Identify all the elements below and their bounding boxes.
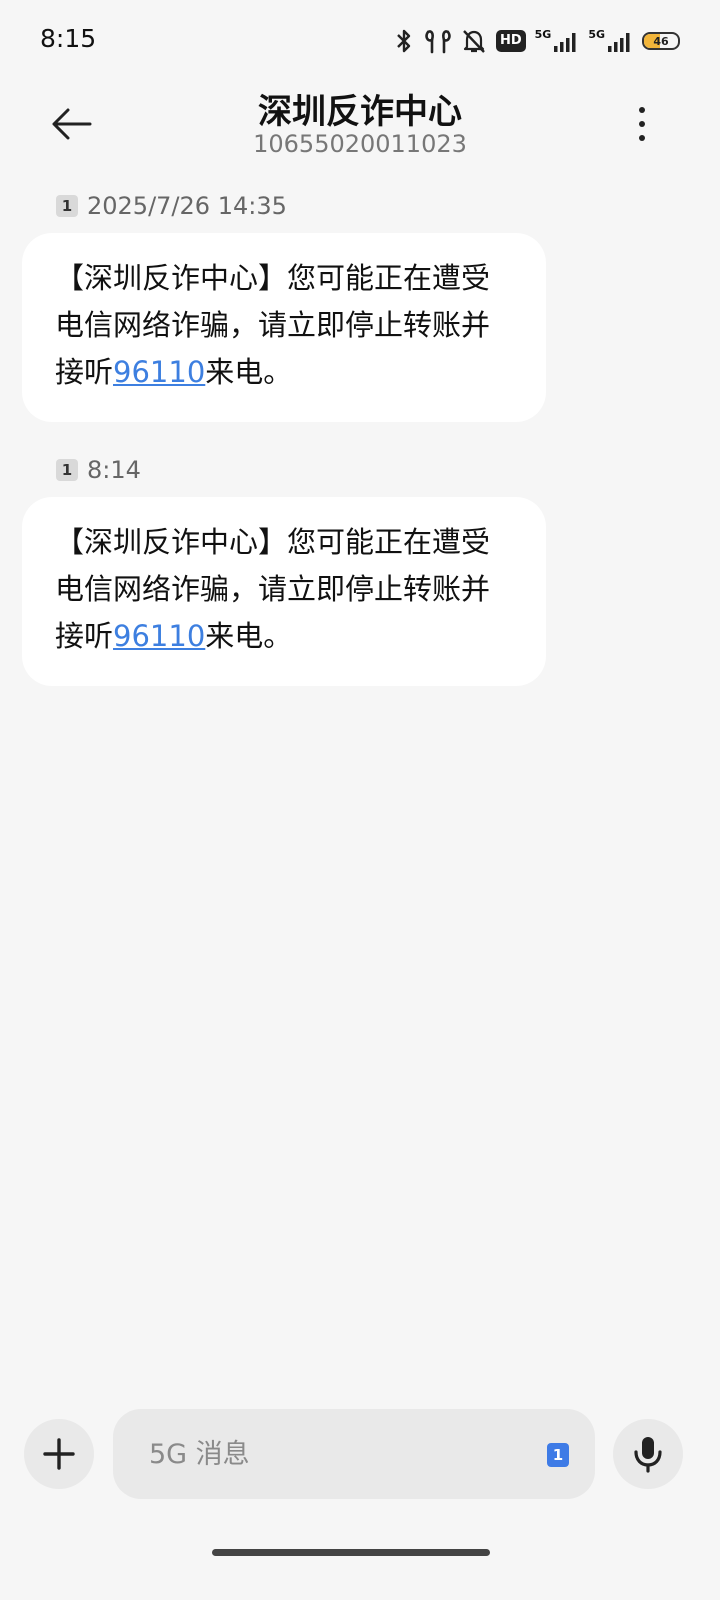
message-bubble[interactable]: 【深圳反诈中心】您可能正在遭受电信网络诈骗，请立即停止转账并接听96110来电。 bbox=[22, 497, 546, 686]
status-icons: HD 5G 5G 46 bbox=[393, 26, 680, 56]
sim-select-button[interactable]: 1 bbox=[547, 1443, 569, 1467]
conversation-screen: 8:15 HD 5G 5G 46 深圳反诈中心 10655020011023 1… bbox=[0, 0, 720, 1600]
more-options-button[interactable] bbox=[622, 100, 662, 148]
earbuds-icon bbox=[425, 30, 451, 54]
message-text-end: 来电。 bbox=[205, 619, 293, 653]
status-bar: 8:15 HD 5G 5G 46 bbox=[0, 0, 720, 84]
message-input[interactable] bbox=[149, 1431, 509, 1477]
message-meta: 1 8:14 bbox=[56, 456, 141, 484]
status-time: 8:15 bbox=[40, 24, 97, 53]
more-dot-icon bbox=[639, 121, 645, 127]
contact-name: 深圳反诈中心 bbox=[258, 92, 462, 132]
battery-icon: 46 bbox=[642, 32, 680, 50]
microphone-icon bbox=[634, 1437, 662, 1473]
add-attachment-button[interactable] bbox=[24, 1419, 94, 1489]
signal-icon bbox=[554, 33, 576, 52]
battery-level: 46 bbox=[653, 34, 669, 48]
sim-card-icon: 1 bbox=[56, 195, 78, 217]
message-time: 8:14 bbox=[87, 456, 141, 484]
home-indicator[interactable] bbox=[212, 1549, 490, 1556]
hd-voice-icon: HD bbox=[495, 30, 526, 52]
silent-bell-icon bbox=[463, 30, 485, 53]
conversation-header: 深圳反诈中心 10655020011023 bbox=[0, 84, 720, 174]
message-text-end: 来电。 bbox=[205, 355, 293, 389]
phone-number-link[interactable]: 96110 bbox=[113, 619, 205, 653]
contact-number: 10655020011023 bbox=[253, 130, 467, 158]
signal-group-2: 5G bbox=[588, 29, 633, 53]
phone-number-link[interactable]: 96110 bbox=[113, 355, 205, 389]
bluetooth-icon bbox=[397, 29, 411, 53]
message-meta: 1 2025/7/26 14:35 bbox=[56, 192, 287, 220]
sim-card-icon: 1 bbox=[56, 459, 78, 481]
more-dot-icon bbox=[639, 135, 645, 141]
plus-icon bbox=[43, 1438, 75, 1470]
signal-icon bbox=[608, 33, 630, 52]
voice-input-button[interactable] bbox=[613, 1419, 683, 1489]
network-type-label: 5G bbox=[534, 28, 552, 41]
network-type-label: 5G bbox=[588, 28, 605, 41]
message-input-box[interactable]: 1 bbox=[113, 1409, 595, 1499]
message-bubble[interactable]: 【深圳反诈中心】您可能正在遭受电信网络诈骗，请立即停止转账并接听96110来电。 bbox=[22, 233, 546, 422]
message-time: 2025/7/26 14:35 bbox=[87, 192, 287, 220]
more-dot-icon bbox=[639, 107, 645, 113]
signal-group-1: 5G bbox=[535, 29, 580, 53]
